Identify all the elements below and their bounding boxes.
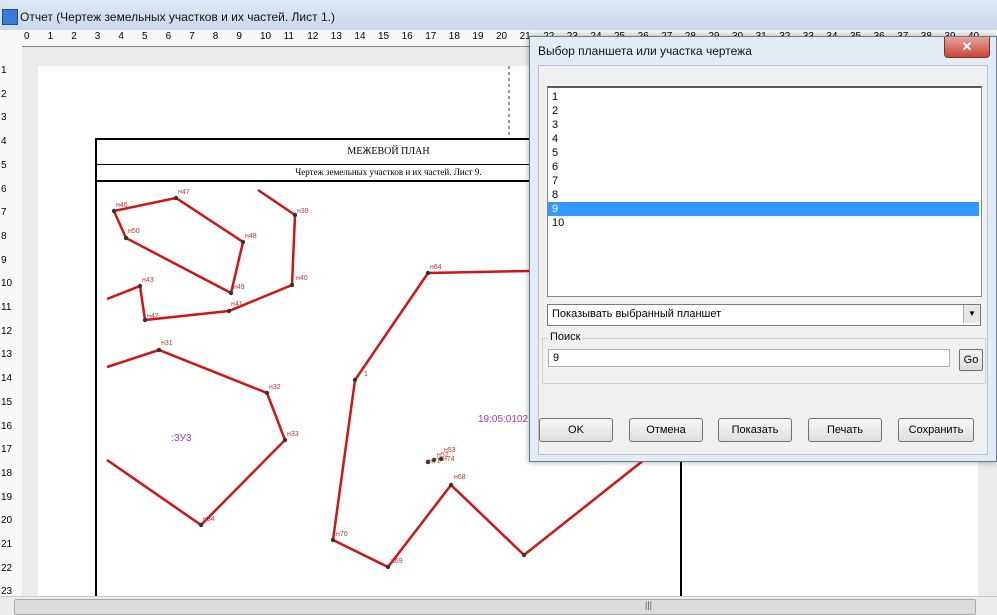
point-label: н46 bbox=[116, 202, 128, 209]
boundary-line bbox=[106, 348, 287, 527]
sheet-listbox[interactable]: 1 2 3 4 5 6 7 8 9 10 bbox=[547, 86, 982, 297]
dialog-title: Выбор планшета или участка чертежа bbox=[538, 44, 752, 58]
cadastral-label: 19:05:0102 bbox=[478, 414, 528, 425]
point-label: н68 bbox=[454, 474, 466, 481]
display-mode-select[interactable]: Показывать выбранный планшет ▼ bbox=[547, 304, 981, 326]
dialog-body: 1 2 3 4 5 6 7 8 9 10 Показывать выбранный планшет… bbox=[538, 65, 988, 455]
boundary-line bbox=[106, 188, 297, 322]
go-button[interactable]: Go bbox=[959, 349, 983, 371]
point-label: н33 bbox=[287, 431, 299, 438]
list-item[interactable]: 1 bbox=[548, 90, 979, 104]
point-label: н40 bbox=[296, 275, 308, 282]
list-item[interactable]: 7 bbox=[548, 174, 979, 188]
point-label: н50 bbox=[128, 228, 140, 235]
chevron-down-icon[interactable]: ▼ bbox=[963, 305, 980, 323]
point-label: н42 bbox=[147, 313, 159, 320]
point-label: 1 bbox=[364, 371, 368, 378]
scrollbar-grip-icon: ||| bbox=[645, 600, 653, 610]
point-label: н64 bbox=[430, 264, 442, 271]
zone-label: :ЗУ3 bbox=[171, 433, 192, 444]
list-item[interactable]: 9 bbox=[548, 202, 979, 216]
list-item[interactable]: 3 bbox=[548, 118, 979, 132]
list-item[interactable]: 5 bbox=[548, 146, 979, 160]
list-item[interactable]: 8 bbox=[548, 188, 979, 202]
search-input[interactable]: 9 bbox=[548, 349, 950, 367]
point-label: н74 bbox=[443, 456, 455, 463]
sheet-select-dialog: Выбор планшета или участка чертежа ✕ 123… bbox=[529, 36, 997, 462]
point-label: н41 bbox=[231, 301, 243, 308]
point-label: н71 bbox=[429, 458, 441, 465]
point-label: н39 bbox=[297, 208, 309, 215]
boundary-line bbox=[112, 196, 245, 295]
horizontal-scrollbar[interactable]: ||| bbox=[0, 596, 997, 615]
point-label: н43 bbox=[142, 277, 154, 284]
show-button[interactable]: Показать bbox=[718, 418, 792, 442]
point-label: н48 bbox=[245, 233, 257, 240]
point-label: н32 bbox=[269, 384, 281, 391]
point-label: н47 bbox=[178, 189, 190, 196]
search-group-label: Поиск bbox=[548, 331, 583, 343]
cancel-button[interactable]: Отмена bbox=[629, 418, 703, 442]
scrollbar-thumb[interactable] bbox=[14, 599, 976, 615]
list-item[interactable]: 2 bbox=[548, 104, 979, 118]
close-icon[interactable]: ✕ bbox=[944, 37, 990, 58]
display-mode-value: Показывать выбранный планшет bbox=[552, 308, 722, 320]
point-label: н31 bbox=[161, 340, 173, 347]
point-label: н70 bbox=[336, 531, 348, 538]
list-item[interactable]: 6 bbox=[548, 160, 979, 174]
save-button[interactable]: Сохранить bbox=[898, 418, 974, 442]
list-item[interactable]: 4 bbox=[548, 132, 979, 146]
list-item[interactable]: 10 bbox=[548, 216, 979, 230]
point-label: н34 bbox=[203, 516, 215, 523]
print-button[interactable]: Печать bbox=[808, 418, 882, 442]
point-label: н69 bbox=[391, 558, 403, 565]
point-label: н49 bbox=[233, 284, 245, 291]
search-group: Поиск 9 Go bbox=[542, 331, 986, 384]
ok-button[interactable]: OK bbox=[539, 418, 613, 442]
